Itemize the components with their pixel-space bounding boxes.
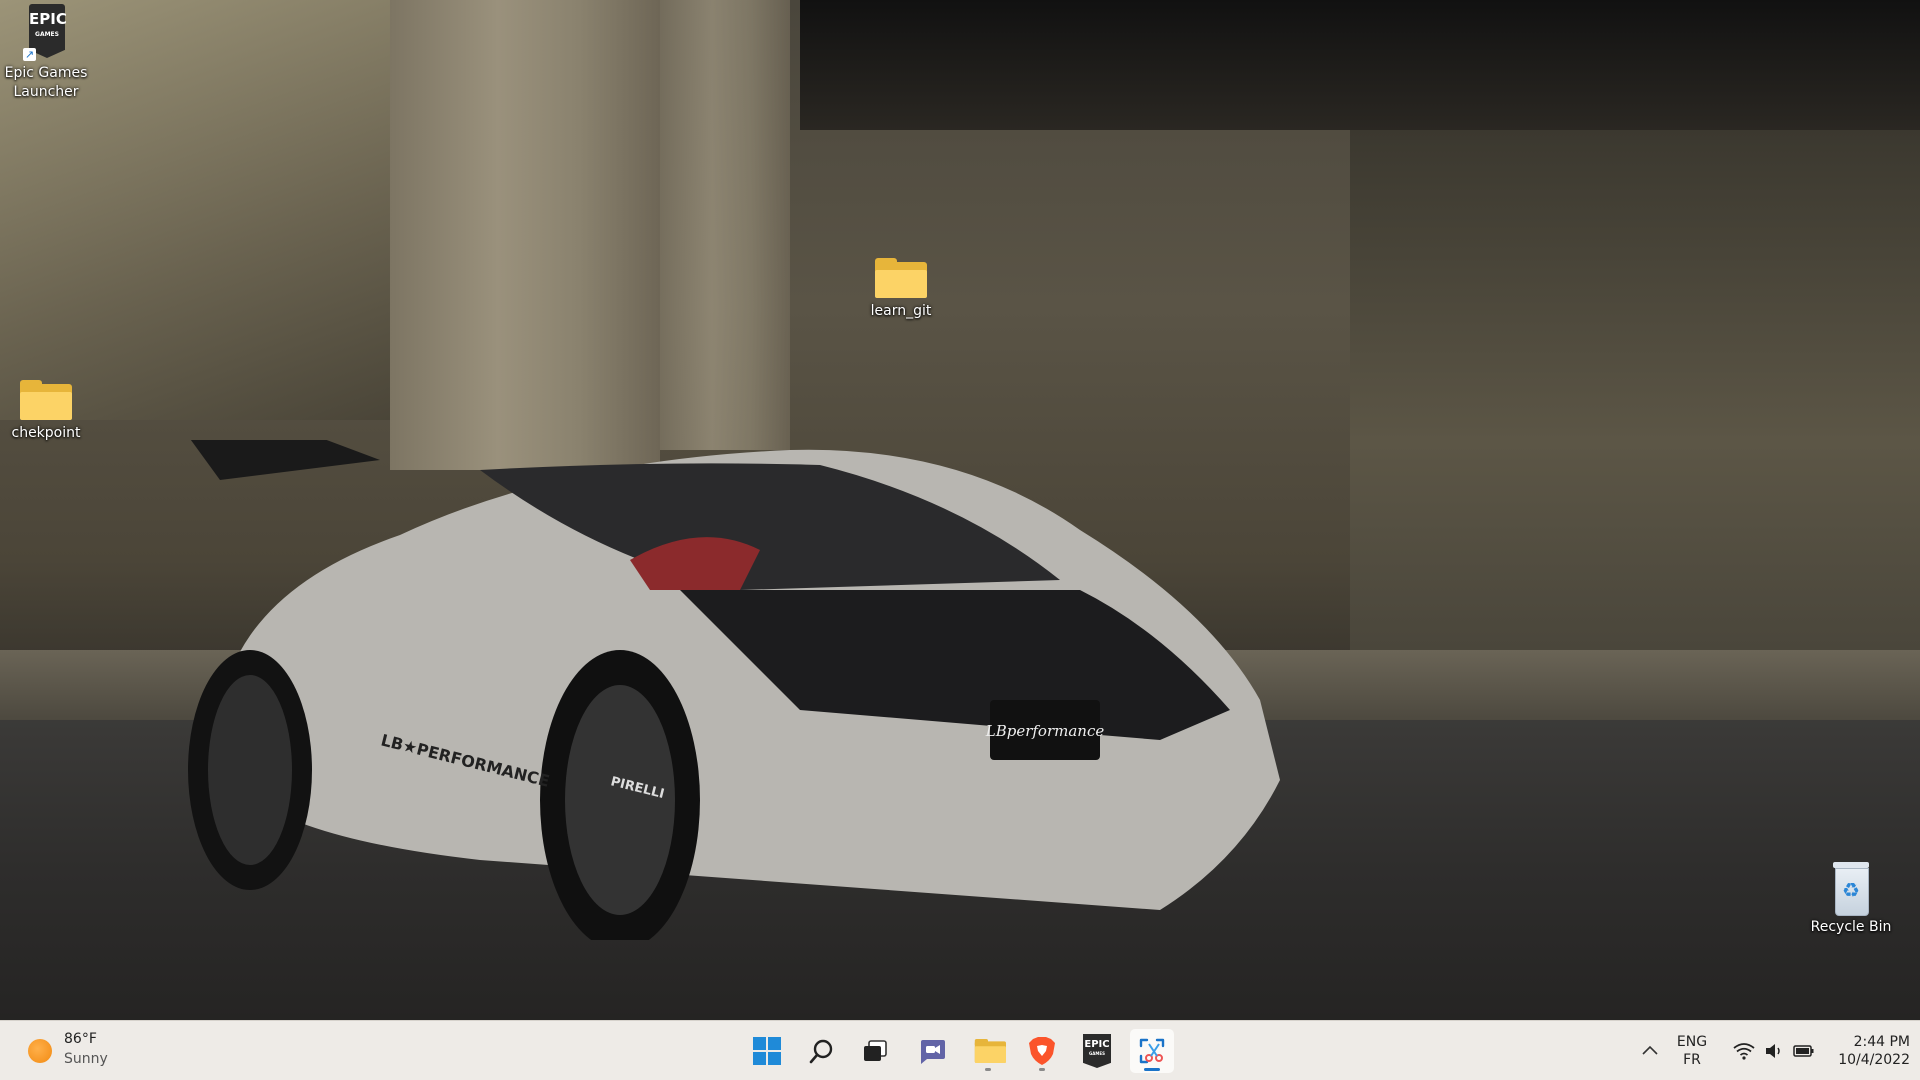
search-button[interactable] bbox=[800, 1029, 844, 1073]
desktop-wallpaper: LBperformance LB★PERFORMANCE PIRELLI bbox=[0, 0, 1920, 1020]
show-hidden-icons-button[interactable] bbox=[1636, 1035, 1664, 1065]
running-indicator bbox=[1039, 1068, 1045, 1071]
task-view-button[interactable] bbox=[853, 1029, 897, 1073]
desktop-icon-label: Epic Games Launcher bbox=[4, 65, 88, 100]
epic-games-icon: EPIC GAMES bbox=[1083, 1034, 1111, 1068]
wifi-icon bbox=[1733, 1043, 1755, 1060]
running-indicator bbox=[985, 1068, 991, 1071]
desktop-icon-label: chekpoint bbox=[11, 425, 81, 441]
snipping-tool-icon bbox=[1139, 1038, 1165, 1064]
clock-date: 10/4/2022 bbox=[1838, 1052, 1910, 1068]
file-explorer-button[interactable] bbox=[966, 1029, 1010, 1073]
language-secondary: FR bbox=[1683, 1052, 1701, 1068]
desktop-icon-label: Recycle Bin bbox=[1810, 919, 1892, 935]
wallpaper-bridge-deck bbox=[800, 0, 1920, 130]
desktop-icon-recycle-bin[interactable]: ♻ Recycle Bin bbox=[1806, 862, 1896, 937]
car-plate-text: LBperformance bbox=[985, 722, 1105, 740]
chevron-up-icon bbox=[1642, 1045, 1658, 1055]
start-button[interactable] bbox=[745, 1029, 789, 1073]
wallpaper-car: LBperformance LB★PERFORMANCE PIRELLI bbox=[188, 440, 1280, 940]
desktop-icon-epic-games-launcher[interactable]: EPIC GAMES ↗ Epic Games Launcher bbox=[1, 4, 91, 102]
folder-icon bbox=[875, 258, 927, 298]
task-view-icon bbox=[864, 1040, 887, 1061]
folder-icon bbox=[974, 1039, 1006, 1063]
weather-condition: Sunny bbox=[64, 1051, 108, 1067]
teams-chat-button[interactable] bbox=[910, 1029, 954, 1073]
clock[interactable]: 2:44 PM 10/4/2022 bbox=[1820, 1033, 1910, 1069]
weather-temperature: 86°F bbox=[64, 1031, 97, 1047]
chat-icon bbox=[921, 1040, 945, 1064]
language-primary: ENG bbox=[1676, 1034, 1708, 1050]
volume-icon bbox=[1765, 1044, 1780, 1058]
brave-browser-button[interactable] bbox=[1020, 1029, 1064, 1073]
search-icon bbox=[809, 1039, 833, 1064]
epic-games-icon: EPIC GAMES ↗ bbox=[23, 4, 69, 61]
wallpaper-pillar bbox=[390, 0, 660, 470]
sun-icon bbox=[28, 1039, 52, 1063]
weather-widget[interactable]: 86°F Sunny bbox=[20, 1031, 140, 1071]
recycle-bin-icon: ♻ bbox=[1829, 862, 1873, 916]
shortcut-arrow-icon: ↗ bbox=[23, 48, 36, 61]
brave-lion-icon bbox=[1029, 1037, 1055, 1065]
epic-games-button[interactable]: EPIC GAMES bbox=[1075, 1029, 1119, 1073]
taskbar: 86°F Sunny EPIC GAMES ENG FR 2:44 PM 10/… bbox=[0, 1020, 1920, 1080]
desktop-icon-label: learn_git bbox=[870, 303, 932, 319]
folder-icon bbox=[20, 380, 72, 420]
wallpaper-pillar bbox=[660, 0, 790, 450]
desktop-icon-chekpoint[interactable]: chekpoint bbox=[1, 380, 91, 443]
clock-time: 2:44 PM bbox=[1853, 1034, 1910, 1050]
language-indicator[interactable]: ENG FR bbox=[1664, 1033, 1720, 1069]
desktop-icon-learn-git[interactable]: learn_git bbox=[856, 258, 946, 321]
battery-icon bbox=[1793, 1045, 1814, 1057]
windows-logo-icon bbox=[753, 1037, 781, 1065]
snipping-tool-button[interactable] bbox=[1130, 1029, 1174, 1073]
active-indicator bbox=[1144, 1068, 1160, 1071]
system-tray-status[interactable] bbox=[1728, 1037, 1820, 1065]
